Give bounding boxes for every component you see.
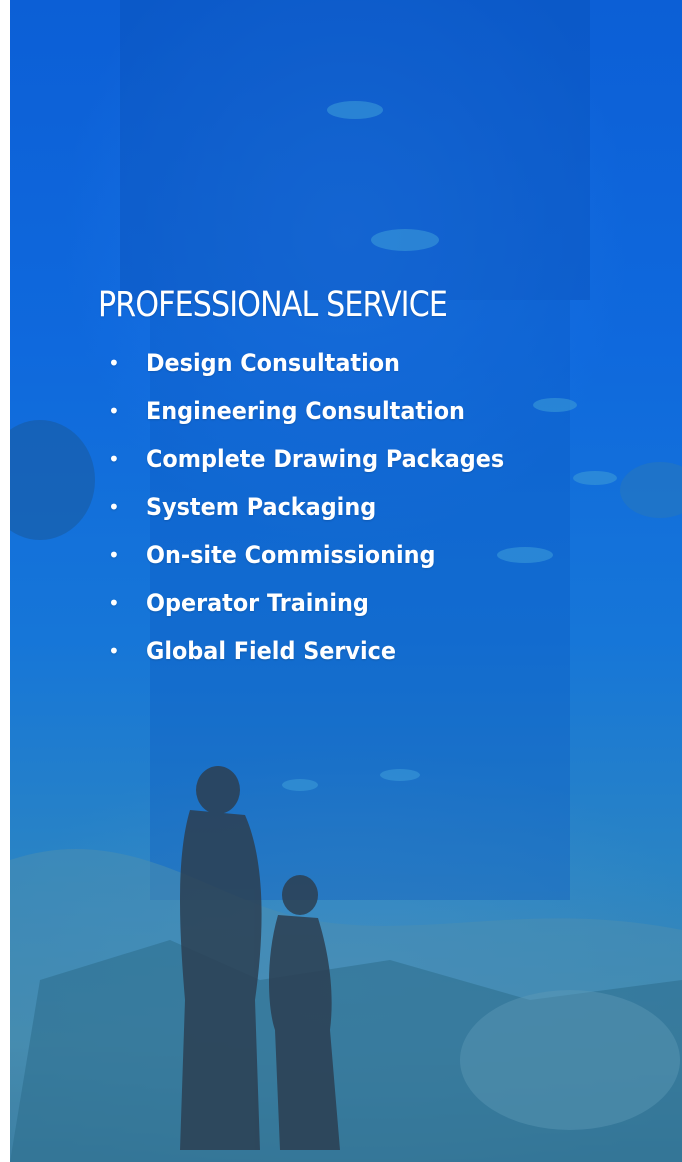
service-label: On-site Commissioning xyxy=(146,541,436,569)
large-fish-silhouette xyxy=(10,420,95,540)
tank-pillar-shadow xyxy=(120,0,590,300)
seabed-rock xyxy=(460,990,680,1130)
service-label: System Packaging xyxy=(146,493,377,521)
services-section: PROFESSIONAL SERVICE • Design Consultatio… xyxy=(98,285,658,675)
service-list-item: • Design Consultation xyxy=(98,339,658,387)
bullet-icon: • xyxy=(108,639,120,663)
bullet-icon: • xyxy=(108,351,120,375)
services-list: • Design Consultation • Engineering Consult… xyxy=(98,339,658,675)
fish xyxy=(327,101,383,119)
section-title: PROFESSIONAL SERVICE xyxy=(98,285,448,325)
service-label: Design Consultation xyxy=(146,349,400,377)
service-list-item: • On-site Commissioning xyxy=(98,531,658,579)
bullet-icon: • xyxy=(108,543,120,567)
service-list-item: • Global Field Service xyxy=(98,627,658,675)
service-label: Engineering Consultation xyxy=(146,397,465,425)
service-list-item: • System Packaging xyxy=(98,483,658,531)
fish xyxy=(371,229,439,251)
service-label: Complete Drawing Packages xyxy=(146,445,505,473)
child-head xyxy=(282,875,318,915)
adult-head xyxy=(196,766,240,814)
service-label: Global Field Service xyxy=(146,637,396,665)
fish xyxy=(282,779,318,791)
bullet-icon: • xyxy=(108,495,120,519)
bullet-icon: • xyxy=(108,591,120,615)
service-list-item: • Operator Training xyxy=(98,579,658,627)
hero-panel: PROFESSIONAL SERVICE • Design Consultatio… xyxy=(10,0,682,1162)
service-list-item: • Engineering Consultation xyxy=(98,387,658,435)
fish xyxy=(380,769,420,781)
bullet-icon: • xyxy=(108,447,120,471)
bullet-icon: • xyxy=(108,399,120,423)
service-label: Operator Training xyxy=(146,589,369,617)
service-list-item: • Complete Drawing Packages xyxy=(98,435,658,483)
adult-body xyxy=(180,810,262,1150)
